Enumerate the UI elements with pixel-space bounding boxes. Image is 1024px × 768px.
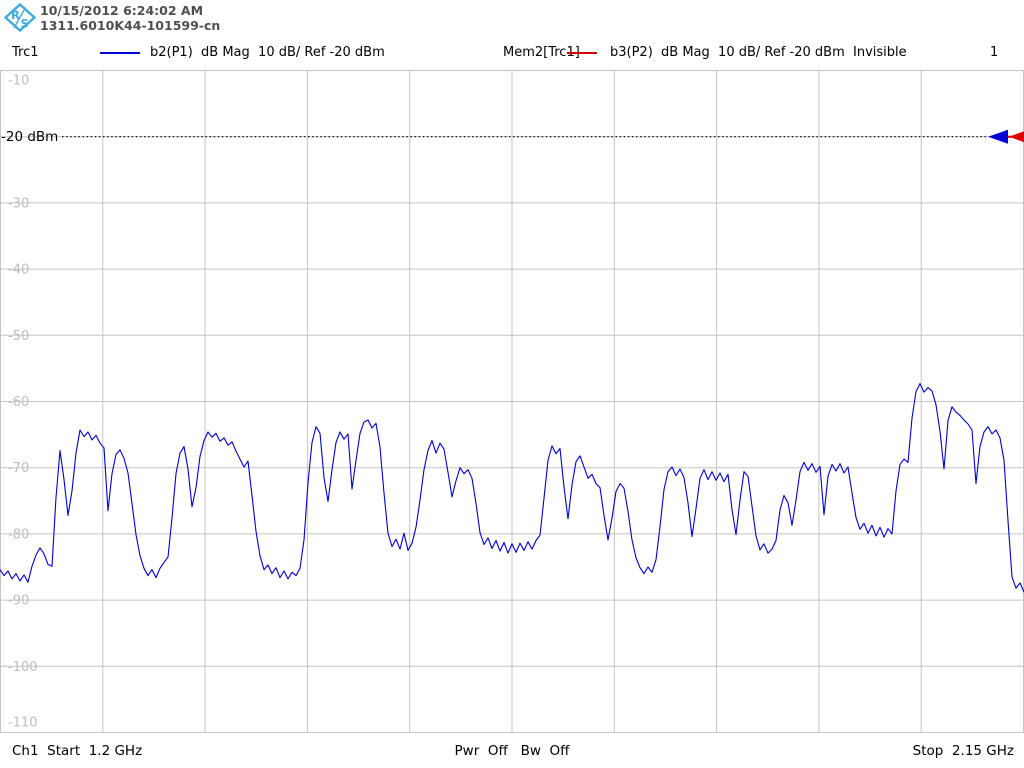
trace1-color-sample xyxy=(100,52,140,54)
memory-trace-color-sample xyxy=(567,52,597,54)
y-tick-label: -110 xyxy=(8,716,38,731)
trace-diagram[interactable]: -10 -30 -40 -50 -60 -70 -80 -90 -100 -110 xyxy=(0,70,1024,734)
y-tick-label: -60 xyxy=(8,395,29,410)
ref-level-label[interactable]: -20 dBm xyxy=(1,129,58,145)
logo-letter-r: R xyxy=(11,8,20,22)
y-tick-label: -10 xyxy=(8,74,29,89)
ref-marker-arrow-trc1[interactable] xyxy=(988,130,1008,144)
trace1-settings[interactable]: b2(P1) dB Mag 10 dB/ Ref -20 dBm xyxy=(150,45,385,60)
y-tick-label: -50 xyxy=(8,329,29,344)
y-tick-label: -80 xyxy=(8,527,29,542)
logo-letter-s: S xyxy=(21,17,29,31)
channel-power-bandwidth[interactable]: Pwr Off Bw Off xyxy=(0,743,1024,759)
y-tick-label: -70 xyxy=(8,461,29,476)
rohde-schwarz-logo: R S xyxy=(4,3,36,33)
device-serial: 1311.6010K44-101599-cn xyxy=(40,18,220,33)
y-tick-label: -100 xyxy=(8,660,38,675)
ref-marker-arrow-mem2[interactable] xyxy=(1009,131,1024,142)
memory-trace-settings[interactable]: b3(P2) dB Mag 10 dB/ Ref -20 dBm Invisib… xyxy=(610,45,907,60)
timestamp: 10/15/2012 6:24:02 AM xyxy=(40,3,203,18)
y-tick-label: -30 xyxy=(8,196,29,211)
trace1-label[interactable]: Trc1 xyxy=(12,45,39,60)
y-tick-label: -40 xyxy=(8,263,29,278)
y-tick-label: -90 xyxy=(8,594,29,609)
channel-stop-frequency[interactable]: Stop 2.15 GHz xyxy=(913,743,1014,759)
window-number: 1 xyxy=(990,45,998,60)
